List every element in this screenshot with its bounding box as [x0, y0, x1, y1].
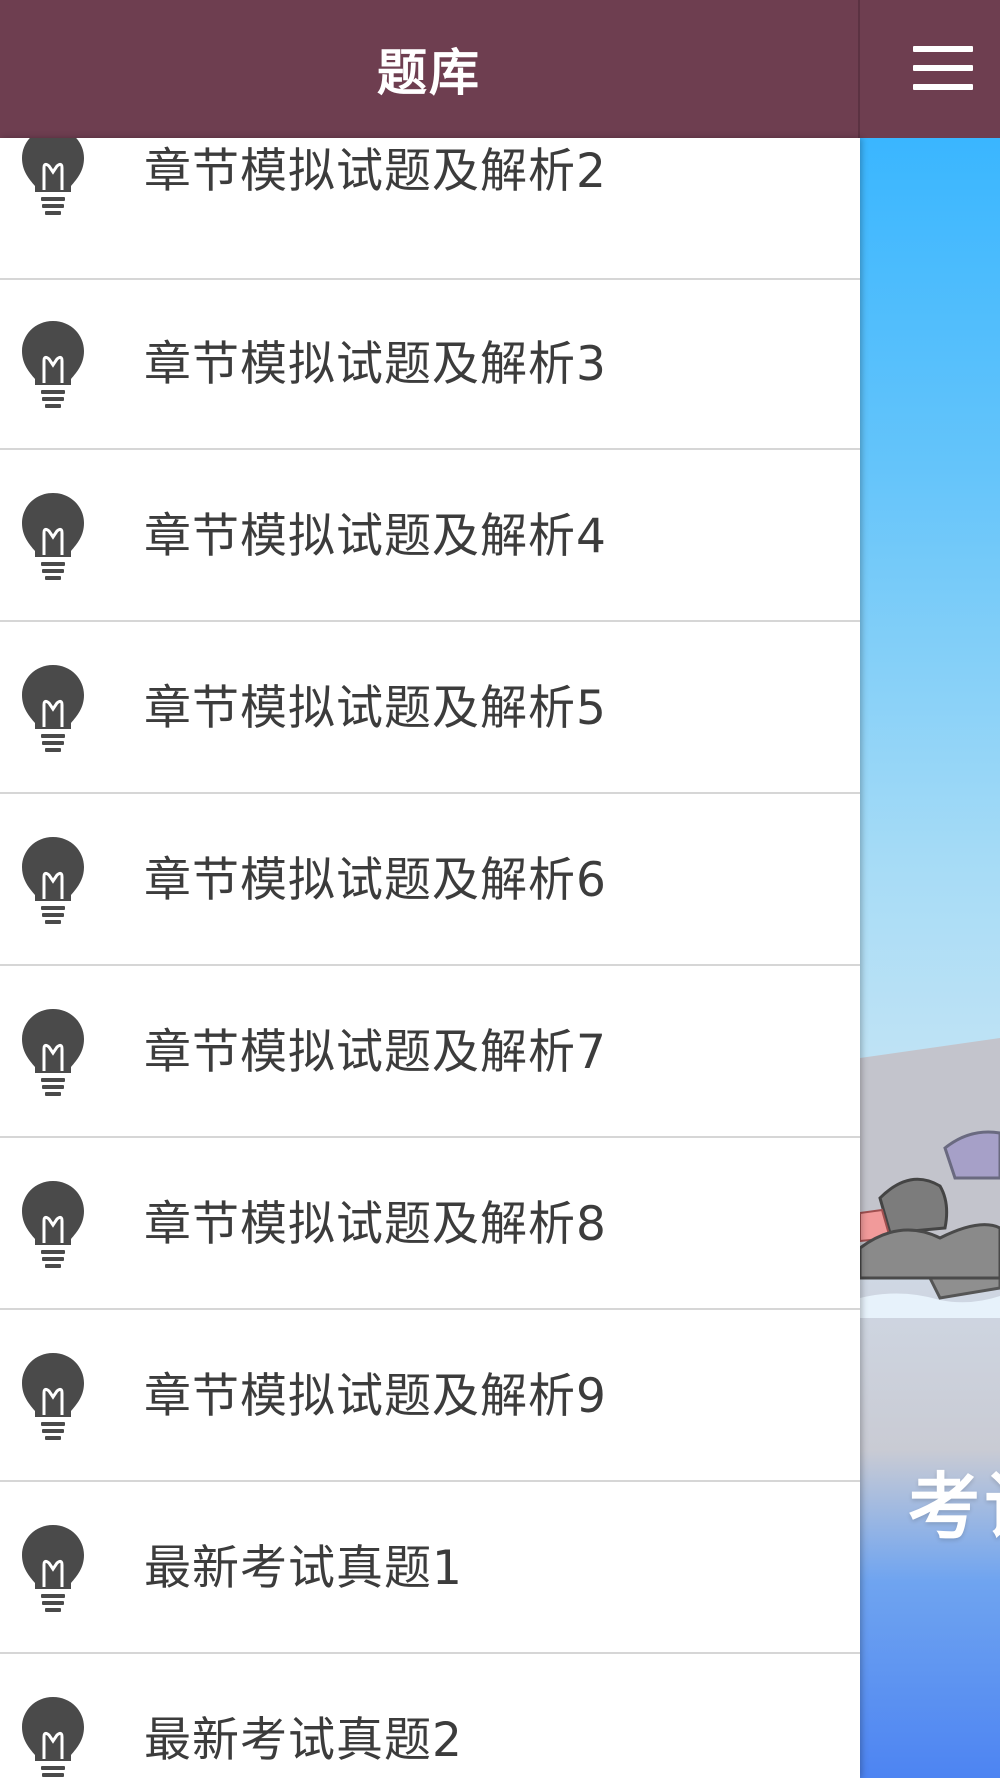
- header-divider: [858, 0, 860, 138]
- list-item-label: 章节模拟试题及解析8: [144, 1197, 607, 1252]
- lightbulb-icon: [22, 1525, 84, 1612]
- lightbulb-icon: [22, 665, 84, 752]
- list-item-label: 章节模拟试题及解析6: [144, 853, 607, 908]
- list-item-label: 章节模拟试题及解析3: [144, 337, 607, 392]
- list-item[interactable]: 章节模拟试题及解析9: [0, 1312, 860, 1482]
- list-item-label: 章节模拟试题及解析4: [144, 509, 607, 564]
- list-item[interactable]: 章节模拟试题及解析4: [0, 452, 860, 622]
- list-item[interactable]: 章节模拟试题及解析6: [0, 796, 860, 966]
- lightbulb-icon: [22, 1353, 84, 1440]
- list-item-label: 章节模拟试题及解析7: [144, 1025, 607, 1080]
- hamburger-menu-icon[interactable]: [905, 38, 975, 98]
- lightbulb-icon: [22, 1697, 84, 1777]
- lightbulb-icon: [22, 837, 84, 924]
- lightbulb-icon: [22, 1009, 84, 1096]
- background-banner: 考试: [860, 138, 1000, 1778]
- lightbulb-icon: [22, 138, 84, 215]
- list-item-label: 最新考试真题2: [144, 1713, 463, 1768]
- page-title: 题库: [377, 44, 481, 102]
- app-header: 题库: [0, 0, 1000, 138]
- list-item-label: 章节模拟试题及解析2: [144, 144, 607, 199]
- lightbulb-icon: [22, 1181, 84, 1268]
- list-item[interactable]: 章节模拟试题及解析5: [0, 624, 860, 794]
- banner-text: 考试: [908, 1465, 1000, 1549]
- list-item[interactable]: 最新考试真题1: [0, 1484, 860, 1654]
- list-item[interactable]: 章节模拟试题及解析3: [0, 280, 860, 450]
- list-item-label: 章节模拟试题及解析9: [144, 1369, 607, 1424]
- list-item[interactable]: 章节模拟试题及解析7: [0, 968, 860, 1138]
- question-bank-list: 章节模拟试题及解析2 章节模拟试题及解析3 章节模拟试题及解析4 章节模拟试题及…: [0, 138, 860, 1778]
- list-item[interactable]: 最新考试真题2: [0, 1656, 860, 1778]
- list-item[interactable]: 章节模拟试题及解析8: [0, 1140, 860, 1310]
- lightbulb-icon: [22, 493, 84, 580]
- list-item-label: 章节模拟试题及解析5: [144, 681, 607, 736]
- lightbulb-icon: [22, 321, 84, 408]
- list-item-label: 最新考试真题1: [144, 1541, 463, 1596]
- list-item[interactable]: 章节模拟试题及解析2: [0, 138, 860, 280]
